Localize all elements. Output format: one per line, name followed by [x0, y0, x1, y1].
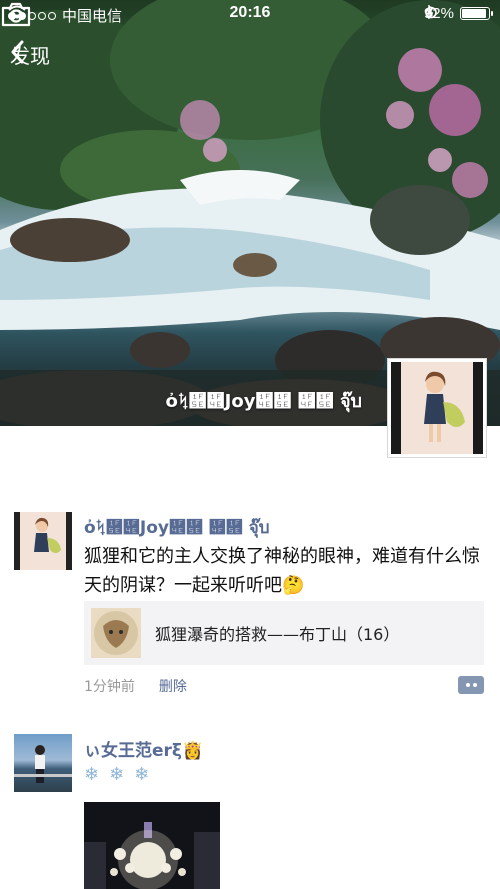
- post-author-name[interactable]: ぃ女王范erξ👸: [84, 736, 203, 761]
- cartoon-girl-avatar: [424, 371, 465, 442]
- person-photo: [14, 745, 72, 783]
- camera-icon[interactable]: [0, 0, 32, 28]
- post-author-avatar[interactable]: [14, 734, 72, 792]
- fox-illustration: [94, 611, 138, 655]
- post-text: ❄❄❄: [84, 764, 160, 785]
- shared-link-title: 狐狸瀑奇的搭救——布丁山（16）: [155, 625, 400, 644]
- cartoon-girl-avatar: [34, 517, 61, 553]
- chevron-left-icon: [11, 40, 24, 64]
- delete-link[interactable]: 删除: [159, 676, 187, 696]
- post-author-name[interactable]: ὀᛪ὞὎Joy὎὞ ὏὞ จุ๊บ: [84, 514, 270, 541]
- cover-owner-name: ὀᛪ὞὎Joy὎὞ ὏὞ จุ๊บ: [165, 391, 362, 412]
- chandelier-photo: [84, 802, 220, 889]
- comment-menu-icon[interactable]: [458, 676, 484, 694]
- post-meta: 1分钟前 删除: [84, 676, 187, 696]
- post-photo[interactable]: [84, 802, 220, 889]
- status-bar: 中国电信 20:16 92%: [0, 0, 500, 28]
- post-time: 1分钟前: [84, 679, 135, 695]
- owner-avatar[interactable]: [387, 358, 487, 458]
- bluetooth-icon: [425, 5, 434, 19]
- post-text: 狐狸和它的主人交换了神秘的眼神，难道有什么惊天的阴谋？一起来听听吧🤔: [84, 546, 480, 596]
- battery-icon: [460, 7, 493, 20]
- shared-link-card[interactable]: 狐狸瀑奇的搭救——布丁山（16）: [84, 601, 484, 665]
- post-author-avatar[interactable]: [14, 512, 72, 570]
- back-button[interactable]: 发现: [10, 40, 50, 69]
- shared-link-thumbnail: [91, 608, 141, 658]
